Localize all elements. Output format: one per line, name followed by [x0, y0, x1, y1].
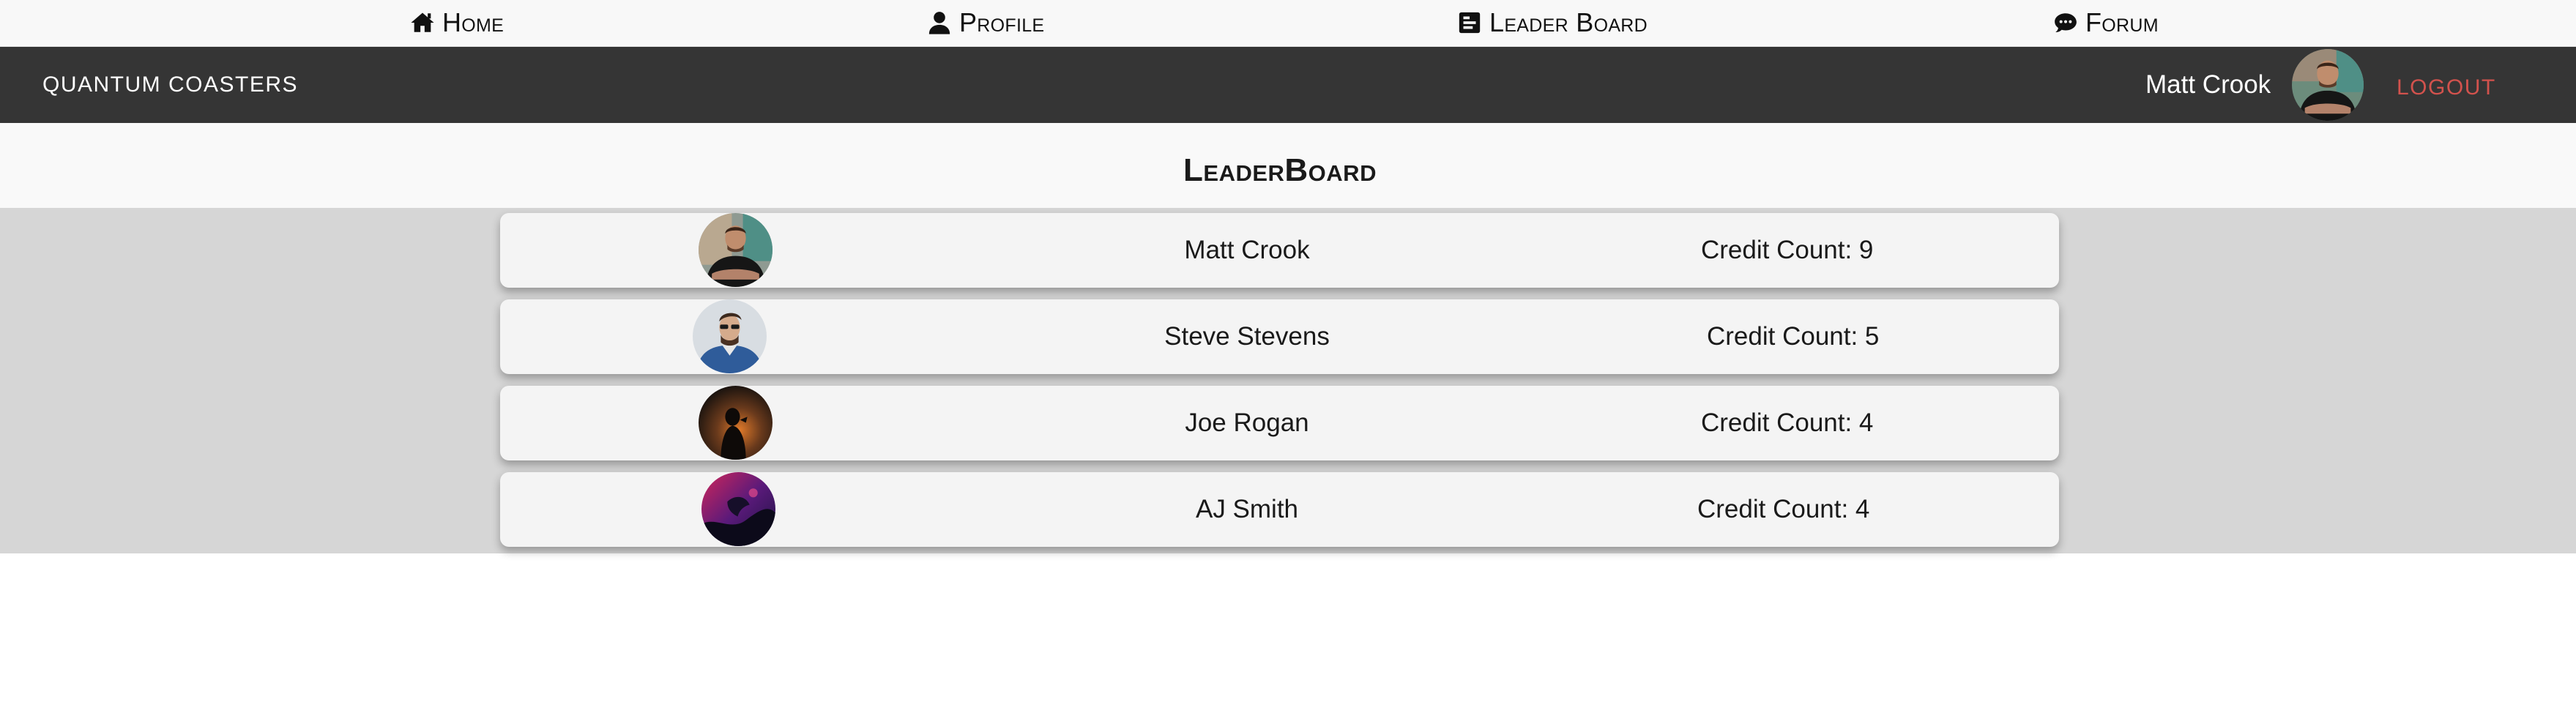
player-name: Steve Stevens [1164, 322, 1330, 351]
logout-button[interactable]: LOGOUT [2397, 73, 2496, 102]
avatar [699, 386, 773, 460]
home-icon [410, 10, 435, 35]
current-user-name: Matt Crook [2145, 70, 2271, 99]
comment-icon [2053, 10, 2078, 35]
nav-home-label: Home [442, 7, 505, 37]
credit-count: Credit Count: 4 [1701, 408, 1874, 437]
nav-profile-label: Profile [959, 7, 1045, 37]
title-band: LeaderBoard [0, 123, 2576, 208]
leaderboard-list: Matt Crook Credit Count: 9 Steve Stevens… [0, 208, 2576, 553]
player-name: Matt Crook [1184, 236, 1310, 264]
leaderboard-row: Joe Rogan Credit Count: 4 [500, 386, 2059, 460]
nav-forum-label: Forum [2085, 7, 2159, 37]
player-name: AJ Smith [1195, 495, 1299, 523]
leaderboard-row: AJ Smith Credit Count: 4 [500, 472, 2059, 547]
credit-count: Credit Count: 9 [1701, 236, 1874, 264]
leaderboard-row: Steve Stevens Credit Count: 5 [500, 299, 2059, 374]
brand-logo-text[interactable]: QUANTUM COASTERS [42, 70, 298, 100]
credit-count: Credit Count: 5 [1707, 322, 1880, 351]
nav-profile[interactable]: Profile [927, 4, 1044, 41]
header-bar: QUANTUM COASTERS Matt Crook LOGOUT [0, 47, 2576, 123]
leaderboard-icon [1457, 10, 1482, 35]
nav-forum[interactable]: Forum [2053, 4, 2159, 41]
leaderboard-row: Matt Crook Credit Count: 9 [500, 213, 2059, 288]
avatar [701, 472, 775, 546]
nav-leaderboard-label: Leader Board [1489, 7, 1648, 37]
avatar [693, 299, 767, 373]
nav-leaderboard[interactable]: Leader Board [1457, 4, 1648, 41]
avatar [699, 213, 773, 287]
user-icon [927, 10, 952, 35]
credit-count: Credit Count: 4 [1697, 495, 1870, 523]
page-title: LeaderBoard [1183, 152, 1377, 188]
player-name: Joe Rogan [1185, 408, 1309, 437]
avatar[interactable] [2292, 49, 2364, 121]
top-nav: Home Profile Leader Board Forum [0, 0, 2576, 47]
nav-home[interactable]: Home [410, 4, 504, 41]
